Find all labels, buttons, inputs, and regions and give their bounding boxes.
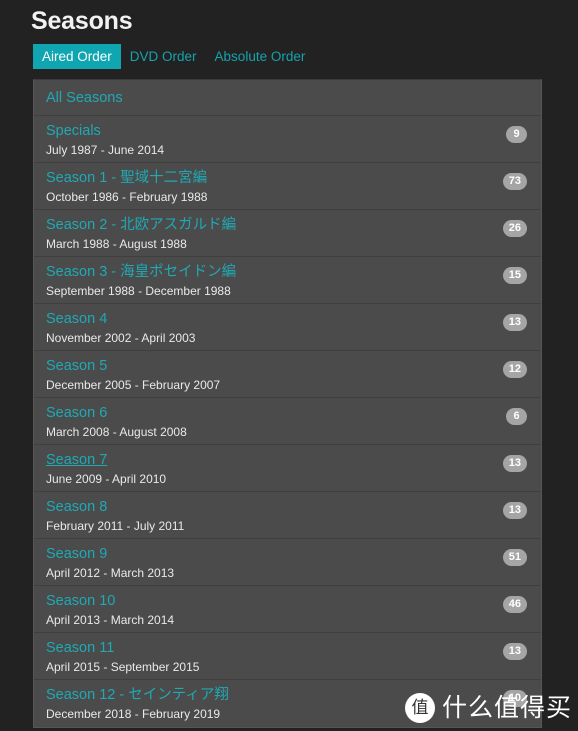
episode-count-badge: 10 — [502, 690, 527, 707]
episode-count-badge: 13 — [502, 502, 527, 519]
season-dates: June 2009 - April 2010 — [46, 472, 167, 486]
season-name[interactable]: Season 9 — [46, 544, 107, 564]
season-name[interactable]: Season 5 — [46, 356, 107, 376]
list-item-season-4[interactable]: Season 4 November 2002 - April 2003 13 — [34, 304, 541, 351]
order-tabs: Aired Order DVD Order Absolute Order — [33, 44, 314, 69]
list-item-season-8[interactable]: Season 8 February 2011 - July 2011 13 — [34, 492, 541, 539]
episode-count-badge: 6 — [506, 408, 527, 425]
list-item-season-5[interactable]: Season 5 December 2005 - February 2007 1… — [34, 351, 541, 398]
list-item-season-12[interactable]: Season 12 - セインティア翔 December 2018 - Febr… — [34, 680, 541, 727]
all-seasons-label: All Seasons — [46, 89, 123, 106]
season-dates: July 1987 - June 2014 — [46, 143, 165, 157]
tab-dvd-order[interactable]: DVD Order — [121, 44, 206, 69]
tab-aired-order[interactable]: Aired Order — [33, 44, 121, 69]
season-name[interactable]: Season 1 - 聖域十二宮編 — [46, 168, 207, 188]
episode-count-badge: 13 — [502, 643, 527, 660]
list-item-season-6[interactable]: Season 6 March 2008 - August 2008 6 — [34, 398, 541, 445]
episode-count-badge: 46 — [502, 596, 527, 613]
list-item-season-10[interactable]: Season 10 April 2013 - March 2014 46 — [34, 586, 541, 633]
list-item-season-2[interactable]: Season 2 - 北欧アスガルド編 March 1988 - August … — [34, 210, 541, 257]
episode-count-badge: 13 — [502, 314, 527, 331]
season-dates: April 2012 - March 2013 — [46, 566, 175, 580]
season-name[interactable]: Season 7 — [46, 450, 107, 470]
page-title: Seasons — [31, 7, 133, 35]
episode-count-badge: 9 — [506, 126, 527, 143]
episode-count-badge: 12 — [502, 361, 527, 378]
season-dates: April 2015 - September 2015 — [46, 660, 200, 674]
season-dates: September 1988 - December 1988 — [46, 284, 231, 298]
list-item-all-seasons[interactable]: All Seasons — [34, 80, 541, 116]
season-dates: March 2008 - August 2008 — [46, 425, 187, 439]
season-name[interactable]: Season 8 — [46, 497, 107, 517]
episode-count-badge: 73 — [502, 173, 527, 190]
season-name[interactable]: Season 10 — [46, 591, 115, 611]
list-item-season-3[interactable]: Season 3 - 海皇ポセイドン編 September 1988 - Dec… — [34, 257, 541, 304]
season-name[interactable]: Season 6 — [46, 403, 107, 423]
list-item-season-11[interactable]: Season 11 April 2015 - September 2015 13 — [34, 633, 541, 680]
season-dates: March 1988 - August 1988 — [46, 237, 187, 251]
list-item-specials[interactable]: Specials July 1987 - June 2014 9 — [34, 116, 541, 163]
list-item-season-7[interactable]: Season 7 June 2009 - April 2010 13 — [34, 445, 541, 492]
season-dates: April 2013 - March 2014 — [46, 613, 175, 627]
season-name[interactable]: Season 11 — [46, 638, 114, 658]
list-item-season-9[interactable]: Season 9 April 2012 - March 2013 51 — [34, 539, 541, 586]
season-dates: October 1986 - February 1988 — [46, 190, 208, 204]
seasons-panel: All Seasons Specials July 1987 - June 20… — [33, 79, 542, 728]
season-name[interactable]: Season 12 - セインティア翔 — [46, 685, 229, 705]
season-dates: November 2002 - April 2003 — [46, 331, 196, 345]
season-dates: February 2011 - July 2011 — [46, 519, 185, 533]
season-name[interactable]: Season 2 - 北欧アスガルド編 — [46, 215, 236, 235]
season-name[interactable]: Season 4 — [46, 309, 107, 329]
season-dates: December 2018 - February 2019 — [46, 707, 221, 721]
season-name[interactable]: Specials — [46, 121, 101, 141]
episode-count-badge: 13 — [502, 455, 527, 472]
episode-count-badge: 15 — [502, 267, 527, 284]
season-name[interactable]: Season 3 - 海皇ポセイドン編 — [46, 262, 236, 282]
season-dates: December 2005 - February 2007 — [46, 378, 221, 392]
tab-absolute-order[interactable]: Absolute Order — [206, 44, 315, 69]
list-item-season-1[interactable]: Season 1 - 聖域十二宮編 October 1986 - Februar… — [34, 163, 541, 210]
seasons-page: Seasons Aired Order DVD Order Absolute O… — [0, 0, 578, 731]
episode-count-badge: 26 — [502, 220, 527, 237]
episode-count-badge: 51 — [502, 549, 527, 566]
